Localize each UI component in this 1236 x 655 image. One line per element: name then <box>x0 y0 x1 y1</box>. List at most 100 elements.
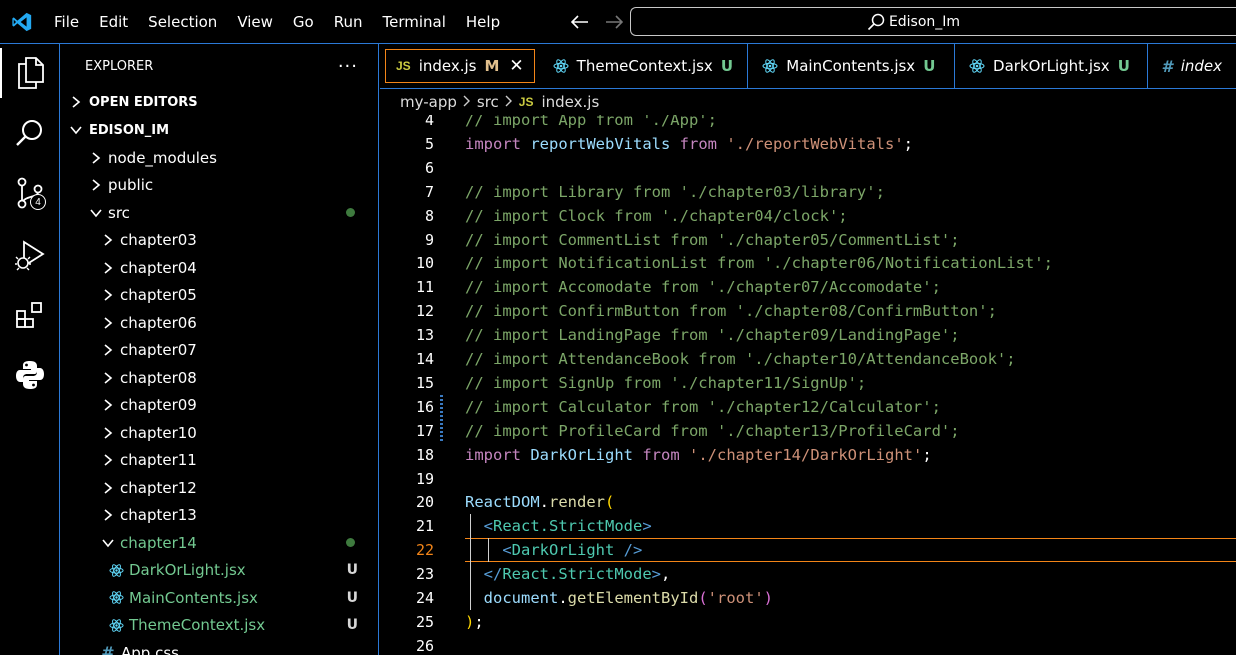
chevron-right-icon <box>100 317 116 329</box>
code-line[interactable]: 13 // import LandingPage from './chapter0… <box>380 323 1236 347</box>
tree-item-public[interactable]: public <box>60 172 378 200</box>
code-line[interactable]: 20 ReactDOM.render( <box>380 490 1236 514</box>
code-line[interactable]: 19 <box>380 467 1236 491</box>
hash-icon: # <box>1161 56 1173 76</box>
editor-tabs: JS index.js M ✕ ThemeContext.jsx U MainC… <box>380 44 1236 89</box>
chevron-right-icon <box>100 482 116 494</box>
extensions-icon[interactable] <box>0 290 60 340</box>
tree-item-chapter07[interactable]: chapter07 <box>60 337 378 365</box>
tree-item-chapter04[interactable]: chapter04 <box>60 254 378 282</box>
code-line[interactable]: 16 // import Calculator from './chapter12… <box>380 394 1236 419</box>
code-line[interactable]: 24 document.getElementById('root') <box>380 586 1236 610</box>
breadcrumb-item[interactable]: my-app <box>400 93 457 111</box>
tree-item-label: DarkOrLight.jsx <box>129 561 246 580</box>
code-line[interactable]: 17 // import ProfileCard from './chapter1… <box>380 418 1236 443</box>
tree-item-src[interactable]: src <box>60 199 378 227</box>
tree-item-label: chapter05 <box>120 286 197 305</box>
menu-bar: File Edit Selection View Go Run Terminal… <box>44 0 510 44</box>
source-control-icon[interactable]: 4 <box>0 168 60 218</box>
tree-item-chapter14[interactable]: chapter14 <box>60 529 378 557</box>
tree-item-chapter09[interactable]: chapter09 <box>60 392 378 420</box>
react-icon <box>762 58 778 74</box>
tree-item-themecontext-jsx[interactable]: ThemeContext.jsx U <box>60 612 378 640</box>
code-text: // import ConfirmButton from './chapter0… <box>465 302 997 321</box>
code-line[interactable]: 25); <box>380 610 1236 634</box>
run-debug-icon[interactable] <box>0 230 60 280</box>
code-line[interactable]: 15 // import SignUp from './chapter11/Sig… <box>380 371 1236 395</box>
tree-item-maincontents-jsx[interactable]: MainContents.jsx U <box>60 584 378 612</box>
tree-item-chapter13[interactable]: chapter13 <box>60 502 378 530</box>
tab-maincontents[interactable]: MainContents.jsx U <box>748 44 956 88</box>
menu-run[interactable]: Run <box>324 0 373 44</box>
code-line[interactable]: 18 import DarkOrLight from './chapter14/D… <box>380 443 1236 467</box>
tree-item-app-css[interactable]: # App.css <box>60 639 378 655</box>
breadcrumb-item[interactable]: src <box>477 93 499 111</box>
menu-go[interactable]: Go <box>283 0 324 44</box>
code-line[interactable]: 23 </React.StrictMode>, <box>380 562 1236 586</box>
line-number: 13 <box>415 326 434 345</box>
tree-item-chapter12[interactable]: chapter12 <box>60 474 378 502</box>
hash-icon: # <box>101 643 115 655</box>
more-actions-icon[interactable]: ··· <box>338 56 358 77</box>
indent-guide <box>488 538 489 563</box>
python-icon[interactable] <box>0 350 60 400</box>
open-editors-section[interactable]: OPEN EDITORS <box>60 88 378 116</box>
code-text: // import AttendanceBook from './chapter… <box>465 350 1016 368</box>
tree-item-label: chapter06 <box>120 313 197 332</box>
code-text: ); <box>465 612 484 631</box>
line-number: 12 <box>415 302 434 321</box>
tab-index-css[interactable]: # index <box>1148 44 1236 88</box>
tree-item-chapter11[interactable]: chapter11 <box>60 447 378 475</box>
close-icon[interactable]: ✕ <box>509 56 523 76</box>
code-line[interactable]: 7 // import Library from './chapter03/lib… <box>380 180 1236 204</box>
code-line[interactable]: 14 // import AttendanceBook from './chapt… <box>380 347 1236 371</box>
code-line[interactable]: 21 <React.StrictMode> <box>380 514 1236 538</box>
tree-item-label: App.css <box>121 643 179 655</box>
menu-edit[interactable]: Edit <box>89 0 138 44</box>
search-icon[interactable] <box>0 108 60 158</box>
tree-item-darkorlight-jsx[interactable]: DarkOrLight.jsx U <box>60 557 378 585</box>
menu-terminal[interactable]: Terminal <box>373 0 456 44</box>
tree-item-chapter03[interactable]: chapter03 <box>60 227 378 255</box>
tab-index-js[interactable]: JS index.js M ✕ <box>385 49 535 83</box>
code-line[interactable]: 26 <box>380 634 1236 655</box>
menu-selection[interactable]: Selection <box>138 0 227 44</box>
code-line[interactable]: 6 <box>380 156 1236 180</box>
code-line[interactable]: 8 // import Clock from './chapter04/clock… <box>380 204 1236 228</box>
open-editors-label: OPEN EDITORS <box>89 94 198 110</box>
menu-help[interactable]: Help <box>456 0 510 44</box>
tree-item-chapter10[interactable]: chapter10 <box>60 419 378 447</box>
chevron-right-icon <box>100 262 116 274</box>
menu-file[interactable]: File <box>44 0 89 44</box>
react-icon <box>969 58 985 74</box>
explorer-files-icon[interactable] <box>0 48 60 98</box>
tab-label: index.js <box>418 57 477 75</box>
chevron-right-icon <box>88 179 104 191</box>
command-center-search[interactable]: Edison_Im <box>630 7 1236 36</box>
code-line[interactable]: 4 // import App from './App'; <box>380 115 1236 132</box>
react-icon <box>108 563 124 578</box>
tree-item-chapter08[interactable]: chapter08 <box>60 364 378 392</box>
tree-item-node-modules[interactable]: node_modules <box>60 144 378 172</box>
code-text: // import Library from './chapter03/libr… <box>465 182 885 201</box>
code-line[interactable]: 11 // import Accomodate from './chapter07… <box>380 275 1236 299</box>
tree-item-chapter06[interactable]: chapter06 <box>60 309 378 337</box>
tree-item-chapter05[interactable]: chapter05 <box>60 282 378 310</box>
activity-bar: 4 <box>0 44 60 655</box>
code-line[interactable]: 5 import reportWebVitals from './reportWe… <box>380 132 1236 156</box>
code-line[interactable]: 12 // import ConfirmButton from './chapte… <box>380 299 1236 323</box>
menu-view[interactable]: View <box>227 0 283 44</box>
breadcrumb-item[interactable]: index.js <box>541 93 599 111</box>
project-section[interactable]: EDISON_IM <box>60 116 378 144</box>
code-line[interactable]: 22 <DarkOrLight /> <box>380 538 1236 563</box>
back-arrow-icon[interactable] <box>570 12 590 32</box>
code-line[interactable]: 9 // import CommentList from './chapter05… <box>380 228 1236 252</box>
forward-arrow-icon[interactable] <box>604 12 624 32</box>
code-line[interactable]: 10 // import NotificationList from './cha… <box>380 251 1236 275</box>
line-number: 22 <box>415 541 434 560</box>
tab-darkorlight[interactable]: DarkOrLight.jsx U <box>955 44 1148 88</box>
chevron-right-icon <box>100 234 116 246</box>
code-editor[interactable]: 4 // import App from './App'; 5 import repo… <box>380 115 1236 655</box>
line-number: 6 <box>424 158 434 177</box>
tab-themecontext[interactable]: ThemeContext.jsx U <box>539 44 749 88</box>
